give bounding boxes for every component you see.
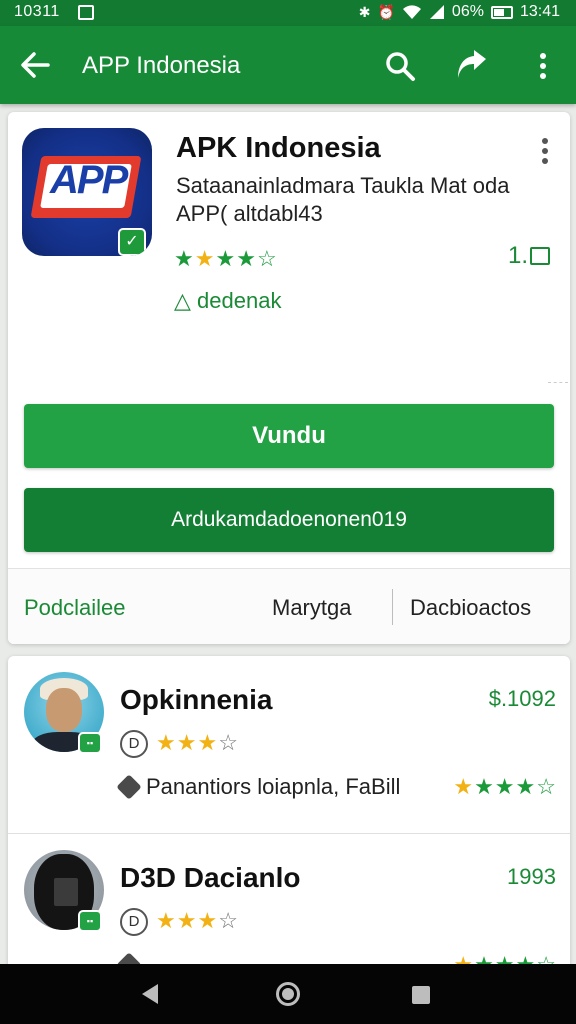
app-rating-stars: ★ ★ ★ ★ ☆ (174, 248, 277, 270)
app-description: Sataanainladmara Taukla Mat oda APP( alt… (176, 173, 510, 226)
app-more-icon[interactable] (530, 134, 560, 168)
app-bar: APP Indonesia (0, 26, 576, 104)
footer-link-right[interactable]: Dacbioactos (410, 595, 531, 621)
list-item-badge: D (120, 730, 148, 758)
bluetooth-icon: ✱ (358, 4, 371, 20)
avatar-document-shape (54, 878, 78, 906)
list-item-title: D3D Dacianlo (120, 862, 301, 893)
star-icon: ★ (176, 908, 197, 933)
star-icon: ★ (197, 730, 218, 755)
search-icon[interactable] (382, 48, 418, 84)
list-item-subtitle: Panantiors loiapnla, FaBill (146, 774, 401, 799)
system-navigation-bar (0, 964, 576, 1024)
star-icon: ★ (236, 246, 256, 271)
shopping-bag-icon (530, 247, 551, 265)
verified-check-icon: ✓ (118, 228, 146, 256)
wifi-icon (402, 5, 421, 19)
avatar-badge-icon: ▪▪ (78, 732, 102, 754)
footer-separator (392, 589, 393, 625)
star-half-icon: ☆ (536, 774, 556, 799)
list-item[interactable]: ▪▪ Opkinnenia $.1092 D ★ ★ ★ ☆ Panantior… (8, 656, 570, 834)
star-icon: ★ (515, 774, 536, 799)
app-size: 1. (508, 242, 551, 270)
alarm-icon: ⏰ (377, 4, 395, 20)
app-warning-text: △ dedenak (174, 288, 282, 313)
app-bar-title: APP Indonesia (82, 52, 241, 79)
status-time-left: 10311 (14, 3, 60, 20)
secondary-action-button[interactable]: Ardukamdadoenonen019 (24, 488, 554, 552)
status-bar: 10311 ✱ ⏰ 06% 13:41 (0, 0, 576, 26)
star-icon: ★ (197, 908, 218, 933)
tag-icon (116, 774, 142, 800)
star-icon: ★ (194, 246, 215, 271)
star-half-icon: ☆ (256, 246, 277, 271)
nav-home-icon[interactable] (276, 982, 300, 1006)
signal-icon (429, 5, 444, 19)
avatar-face-shape (46, 688, 82, 732)
app-detail-card: APP ✓ APK Indonesia Sataanainladmara Tau… (8, 112, 570, 644)
status-time-right: 13:41 (519, 3, 560, 20)
card-footer: Podclailee Marytga Dacbioactos (8, 568, 570, 644)
logo-text: APP (50, 158, 128, 202)
star-empty-icon: ☆ (218, 908, 238, 933)
avatar-badge-icon: ▪▪ (78, 910, 102, 932)
footer-link-left[interactable]: Podclailee (24, 595, 126, 621)
star-icon: ★ (215, 246, 236, 271)
list-item-badge: D (120, 908, 148, 936)
status-icons: ✱ ⏰ 06% 13:41 (359, 3, 560, 21)
app-logo: APP ✓ (22, 128, 152, 256)
battery-percent: 06% (451, 3, 484, 20)
app-title: APK Indonesia (176, 132, 381, 164)
star-icon: ★ (474, 774, 494, 799)
list-item-rating-stars: ★ ★ ★ ☆ (156, 732, 238, 754)
list-item-price: $.1092 (488, 686, 556, 711)
list-item-secondary-stars: ★ ★ ★ ★ ☆ (453, 776, 556, 798)
star-icon: ★ (174, 246, 194, 271)
list-item-rating-stars: ★ ★ ★ ☆ (156, 910, 238, 932)
related-apps-list: ▪▪ Opkinnenia $.1092 D ★ ★ ★ ☆ Panantior… (8, 656, 570, 978)
divider (548, 382, 568, 383)
more-options-icon[interactable] (528, 48, 558, 84)
battery-icon (490, 5, 513, 19)
app-size-label: 1. (508, 242, 529, 269)
download-button[interactable]: Vundu (24, 404, 554, 468)
list-item-title: Opkinnenia (120, 684, 273, 715)
star-empty-icon: ☆ (218, 730, 238, 755)
star-icon: ★ (453, 774, 474, 799)
nav-back-icon[interactable] (142, 984, 158, 1004)
gallery-notification-icon (78, 5, 94, 20)
star-icon: ★ (156, 730, 176, 755)
list-item-price: 1993 (507, 864, 556, 889)
star-icon: ★ (176, 730, 197, 755)
share-icon[interactable] (452, 48, 490, 84)
back-arrow-icon[interactable] (18, 48, 52, 82)
nav-recents-icon[interactable] (412, 986, 430, 1004)
footer-link-middle[interactable]: Marytga (272, 595, 351, 621)
star-icon: ★ (156, 908, 176, 933)
star-icon: ★ (494, 774, 515, 799)
